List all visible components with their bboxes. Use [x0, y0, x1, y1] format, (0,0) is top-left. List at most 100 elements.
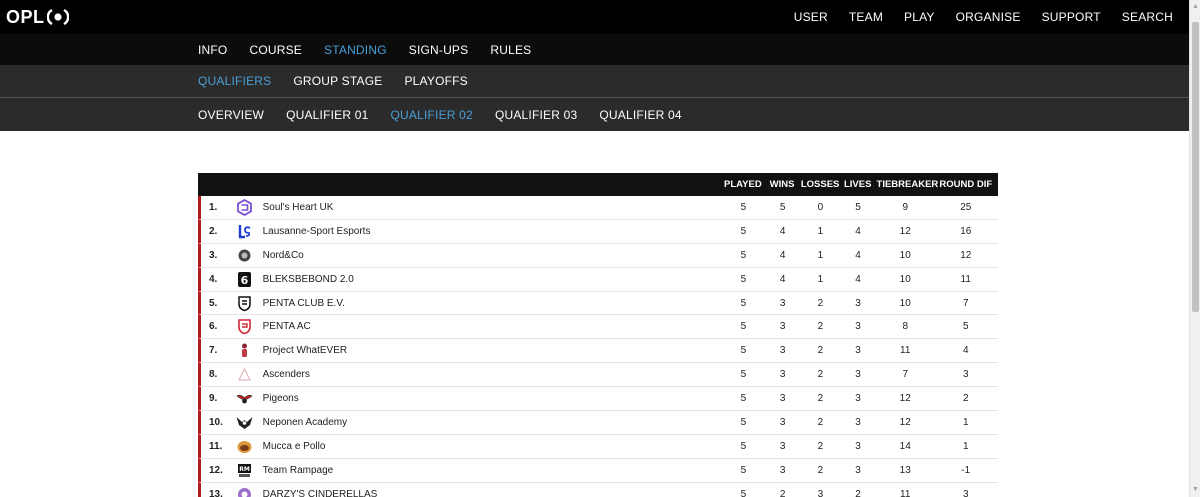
header-lives[interactable]: LIVES — [839, 179, 877, 190]
row-team-name[interactable]: Soul's Heart UK — [259, 202, 723, 213]
row-wins: 3 — [779, 416, 786, 428]
scroll-up-icon[interactable]: ▲ — [1192, 2, 1199, 12]
row-rank: 9. — [209, 393, 218, 405]
row-rank: 8. — [209, 369, 218, 381]
row-team-name[interactable]: Project WhatEVER — [259, 345, 723, 356]
row-played: 5 — [740, 369, 747, 381]
row-team-name[interactable]: Team Rampage — [259, 465, 723, 476]
scroll-down-icon[interactable]: ▼ — [1192, 485, 1199, 495]
row-lives: 4 — [855, 249, 861, 261]
tab-overview[interactable]: OVERVIEW — [198, 108, 264, 122]
row-team-name[interactable]: Lausanne-Sport Esports — [259, 226, 723, 237]
table-row[interactable]: 1. Soul's Heart UK 5 5 0 5 9 25 — [198, 196, 998, 220]
tab-sign-ups[interactable]: SIGN-UPS — [409, 43, 469, 57]
pigeon-logo-icon — [236, 390, 253, 407]
table-row[interactable]: 12. RM Team Rampage 5 3 2 3 13 -1 — [198, 458, 998, 483]
penta-club-logo-icon — [236, 295, 253, 312]
top-menu: USER TEAM PLAY ORGANISE SUPPORT SEARCH — [773, 10, 1173, 24]
table-row[interactable]: 13. DARZY'S CINDERELLAS 5 2 3 2 11 3 — [198, 482, 998, 497]
table-row[interactable]: 4. 6 BLEKSBEBOND 2.0 5 4 1 4 10 11 — [198, 267, 998, 292]
row-round-dif: 3 — [962, 488, 969, 497]
header-round-dif[interactable]: ROUND DIF — [934, 179, 998, 190]
header-losses[interactable]: LOSSES — [801, 179, 840, 190]
top-menu-play[interactable]: PLAY — [904, 10, 935, 24]
row-tiebreaker: 14 — [899, 440, 911, 452]
team-logo-cell — [231, 390, 259, 407]
table-row[interactable]: 11. Mucca e Pollo 5 3 2 3 14 1 — [198, 434, 998, 459]
table-row[interactable]: 6. PENTA AC 5 3 2 3 8 5 — [198, 315, 998, 340]
hexagon-logo-icon — [236, 198, 253, 216]
table-row[interactable]: 8. Ascenders 5 3 2 3 7 3 — [198, 363, 998, 388]
row-team-name[interactable]: DARZY'S CINDERELLAS — [259, 489, 723, 497]
row-losses: 2 — [817, 393, 824, 405]
row-played: 5 — [740, 345, 747, 357]
tab-rules[interactable]: RULES — [490, 43, 531, 57]
table-row[interactable]: 5. PENTA CLUB E.V. 5 3 2 3 10 7 — [198, 291, 998, 316]
table-row[interactable]: 9. Pigeons 5 3 2 3 12 2 — [198, 387, 998, 412]
tab-info[interactable]: INFO — [198, 43, 227, 57]
row-team-name[interactable]: Pigeons — [259, 393, 723, 404]
row-tiebreaker: 7 — [902, 369, 908, 381]
header-played[interactable]: PLAYED — [723, 179, 764, 190]
top-menu-user[interactable]: USER — [794, 10, 828, 24]
row-wins: 4 — [779, 273, 786, 285]
row-tiebreaker: 13 — [899, 464, 911, 476]
row-played: 5 — [740, 273, 747, 285]
table-row[interactable]: 10. Neponen Academy 5 3 2 3 12 1 — [198, 411, 998, 435]
tab-course[interactable]: COURSE — [249, 43, 302, 57]
row-tiebreaker: 12 — [899, 416, 911, 428]
tab-group-stage[interactable]: GROUP STAGE — [293, 74, 382, 88]
tab-qualifier-03[interactable]: QUALIFIER 03 — [495, 108, 577, 122]
tab-qualifier-01[interactable]: QUALIFIER 01 — [286, 108, 368, 122]
vertical-scrollbar[interactable]: ▲ ▼ — [1189, 0, 1200, 497]
top-menu-search[interactable]: SEARCH — [1122, 10, 1173, 24]
row-played: 5 — [740, 249, 747, 261]
tab-qualifiers[interactable]: QUALIFIERS — [198, 74, 271, 88]
row-losses: 1 — [817, 225, 824, 237]
ls-logo-icon — [236, 223, 253, 240]
header-wins[interactable]: WINS — [763, 179, 801, 190]
tab-playoffs[interactable]: PLAYOFFS — [404, 74, 467, 88]
row-lives: 3 — [855, 416, 861, 428]
row-team-name[interactable]: BLEKSBEBOND 2.0 — [259, 274, 723, 285]
table-row[interactable]: 7. Project WhatEVER 5 3 2 3 11 4 — [198, 339, 998, 364]
row-wins: 4 — [779, 249, 786, 261]
tab-qualifier-04[interactable]: QUALIFIER 04 — [599, 108, 681, 122]
table-row[interactable]: 2. Lausanne-Sport Esports 5 4 1 4 12 16 — [198, 219, 998, 244]
row-lives: 3 — [855, 321, 861, 333]
row-team-name[interactable]: Ascenders — [259, 369, 723, 380]
scrollbar-thumb[interactable] — [1192, 22, 1199, 312]
row-wins: 2 — [779, 488, 786, 497]
row-losses: 1 — [817, 249, 824, 261]
row-wins: 3 — [779, 297, 786, 309]
row-rank: 1. — [209, 201, 218, 213]
row-losses: 2 — [817, 440, 824, 452]
svg-text:RM: RM — [239, 466, 250, 473]
tab-qualifier-02[interactable]: QUALIFIER 02 — [391, 108, 473, 122]
opl-logo[interactable]: OPL — [6, 7, 69, 28]
row-round-dif: -1 — [961, 464, 971, 476]
tab-standing[interactable]: STANDING — [324, 43, 387, 57]
row-losses: 0 — [817, 201, 824, 213]
header-tiebreaker[interactable]: TIEBREAKER — [877, 179, 939, 190]
row-team-name[interactable]: PENTA CLUB E.V. — [259, 298, 723, 309]
row-round-dif: 1 — [962, 440, 969, 452]
row-lives: 3 — [855, 393, 861, 405]
table-row[interactable]: 3. Nord&Co 5 4 1 4 10 12 — [198, 243, 998, 268]
row-team-name[interactable]: Nord&Co — [259, 250, 723, 261]
team-logo-cell — [231, 318, 259, 335]
row-team-name[interactable]: PENTA AC — [259, 321, 723, 332]
row-wins: 3 — [779, 345, 786, 357]
row-tiebreaker: 10 — [899, 297, 911, 309]
team-logo-cell — [231, 414, 259, 431]
row-losses: 2 — [817, 464, 824, 476]
row-team-name[interactable]: Mucca e Pollo — [259, 441, 723, 452]
row-wins: 3 — [779, 369, 786, 381]
row-team-name[interactable]: Neponen Academy — [259, 417, 723, 428]
top-menu-support[interactable]: SUPPORT — [1042, 10, 1101, 24]
row-played: 5 — [740, 464, 747, 476]
top-menu-organise[interactable]: ORGANISE — [956, 10, 1021, 24]
row-lives: 3 — [855, 297, 861, 309]
team-logo-cell: 6 — [231, 271, 259, 288]
top-menu-team[interactable]: TEAM — [849, 10, 883, 24]
